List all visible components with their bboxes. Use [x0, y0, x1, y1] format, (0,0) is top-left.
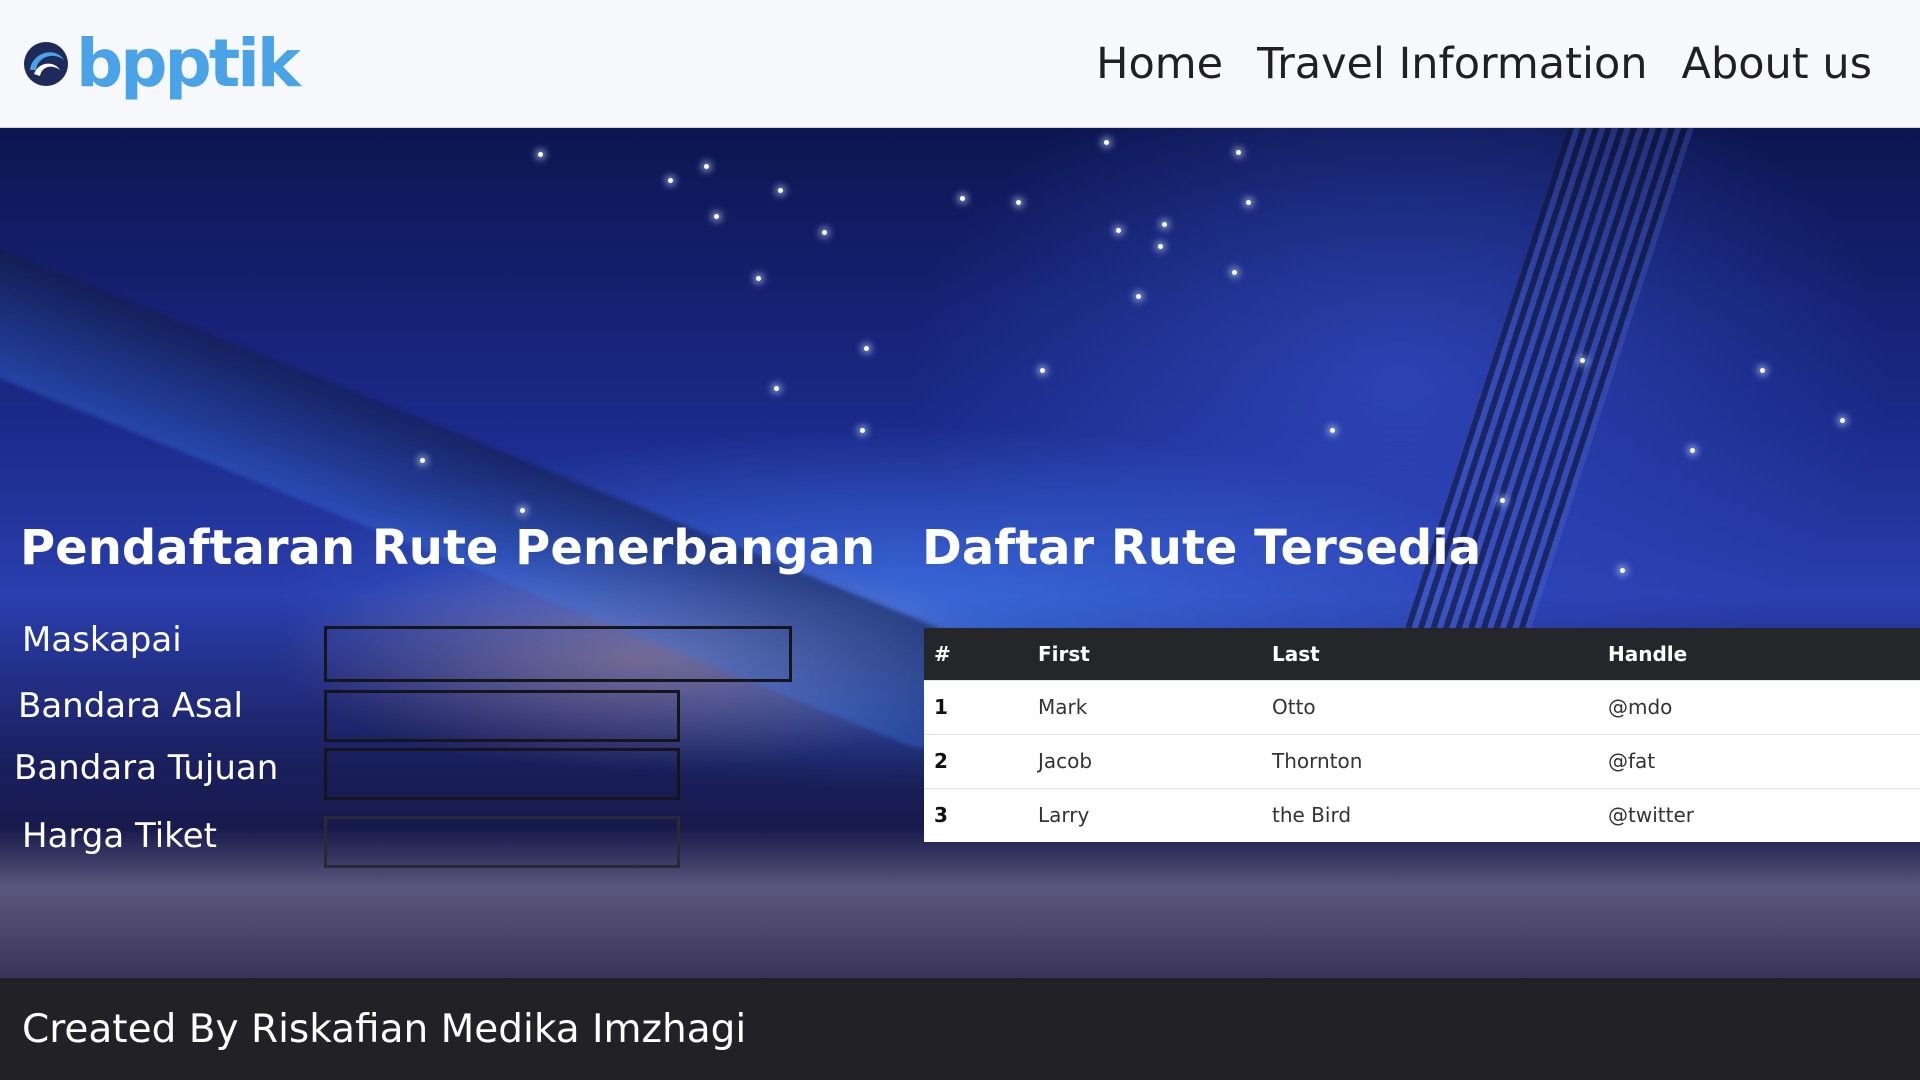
star-light [668, 178, 673, 183]
star-light [704, 164, 709, 169]
logo-text: bpptik [76, 24, 301, 102]
star-light [1690, 448, 1695, 453]
main-nav: Home Travel Information About us [1096, 39, 1872, 89]
star-light [960, 196, 965, 201]
star-light [822, 230, 827, 235]
harga-tiket-label: Harga Tiket [22, 816, 217, 856]
star-light [420, 458, 425, 463]
bandara-asal-label: Bandara Asal [18, 686, 244, 726]
star-light [1162, 222, 1167, 227]
maskapai-label: Maskapai [22, 620, 182, 660]
star-light [860, 428, 865, 433]
table-header-row: # First Last Handle [924, 628, 1920, 680]
star-light [714, 214, 719, 219]
bandara-asal-input[interactable] [324, 690, 680, 742]
maskapai-input[interactable] [324, 626, 792, 682]
star-light [1158, 244, 1163, 249]
table-row: 2 Jacob Thornton @fat [924, 733, 1920, 788]
bpptik-swirl-icon [24, 41, 68, 86]
cell-last: Thornton [1262, 733, 1598, 788]
harga-tiket-input[interactable] [324, 816, 680, 868]
column-header-last: Last [1262, 628, 1598, 680]
cell-first: Mark [1028, 679, 1262, 734]
footer: Created By Riskafian Medika Imzhagi [0, 978, 1920, 1080]
footer-credit: Created By Riskafian Medika Imzhagi [22, 1006, 747, 1052]
form-title: Pendaftaran Rute Penerbangan [20, 520, 876, 576]
column-header-handle: Handle [1598, 628, 1920, 680]
nav-about-us-link[interactable]: About us [1682, 39, 1872, 89]
star-light [1016, 200, 1021, 205]
cell-first: Larry [1028, 787, 1262, 842]
bandara-tujuan-label: Bandara Tujuan [14, 748, 279, 788]
star-light [1232, 270, 1237, 275]
cell-last: the Bird [1262, 787, 1598, 842]
column-header-number: # [924, 628, 1028, 680]
star-light [1330, 428, 1335, 433]
star-light [756, 276, 761, 281]
star-light [1580, 358, 1585, 363]
star-light [1500, 498, 1505, 503]
header: bpptik Home Travel Information About us [0, 0, 1920, 128]
row-number: 1 [924, 679, 1028, 734]
cabin-seats [0, 828, 1920, 978]
star-light [1760, 368, 1765, 373]
column-header-first: First [1028, 628, 1262, 680]
star-light [520, 508, 525, 513]
routes-title: Daftar Rute Tersedia [922, 520, 1482, 576]
star-light [538, 152, 543, 157]
cell-handle: @mdo [1598, 679, 1920, 734]
star-light [1116, 228, 1121, 233]
star-light [1040, 368, 1045, 373]
star-light [1620, 568, 1625, 573]
star-light [1840, 418, 1845, 423]
star-light [1236, 150, 1241, 155]
row-number: 2 [924, 733, 1028, 788]
routes-table: # First Last Handle 1 Mark Otto @mdo 2 J… [924, 628, 1920, 842]
table-row: 3 Larry the Bird @twitter [924, 787, 1920, 842]
cell-handle: @fat [1598, 733, 1920, 788]
star-light [774, 386, 779, 391]
nav-home-link[interactable]: Home [1096, 39, 1223, 89]
table-row: 1 Mark Otto @mdo [924, 679, 1920, 734]
bandara-tujuan-input[interactable] [324, 748, 680, 800]
row-number: 3 [924, 787, 1028, 842]
star-light [1246, 200, 1251, 205]
cell-first: Jacob [1028, 733, 1262, 788]
star-light [1104, 140, 1109, 145]
star-light [1136, 294, 1141, 299]
star-light [864, 346, 869, 351]
cell-last: Otto [1262, 679, 1598, 734]
logo[interactable]: bpptik [22, 14, 301, 114]
cell-handle: @twitter [1598, 787, 1920, 842]
star-light [778, 188, 783, 193]
nav-travel-information-link[interactable]: Travel Information [1257, 39, 1647, 89]
